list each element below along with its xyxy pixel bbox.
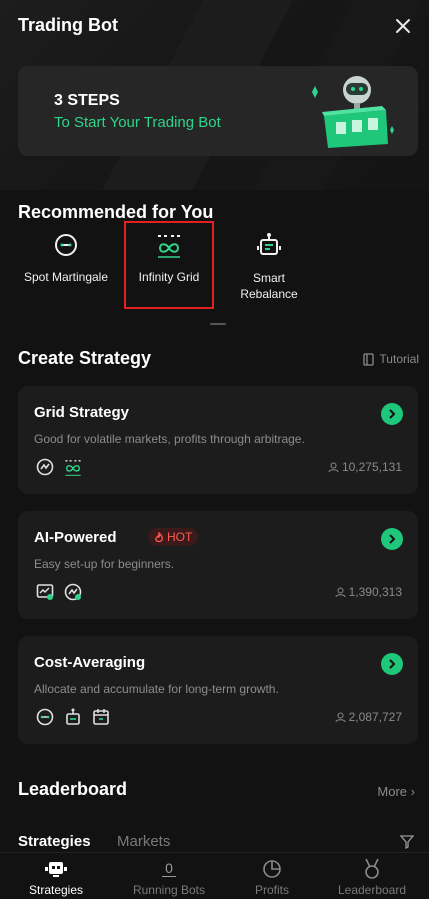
strategies-icon [45,862,67,877]
user-count-value: 1,390,313 [348,585,402,599]
card-cost-averaging[interactable]: Cost-Averaging Allocate and accumulate f… [18,636,418,744]
martingale-icon [55,234,77,256]
go-button[interactable] [381,403,403,425]
user-count: 1,390,313 [335,585,402,599]
nav-label: Strategies [28,883,84,897]
highlight-box [124,221,214,309]
close-icon [396,19,410,33]
close-button[interactable] [389,12,417,40]
chevron-right-icon [389,409,396,419]
nav-strategies[interactable]: Strategies [6,857,106,897]
medal-icon [365,858,379,879]
nav-leaderboard[interactable]: Leaderboard [322,857,422,897]
running-bots-badge: 0 [162,861,176,877]
nav-profits[interactable]: Profits [222,857,322,897]
create-strategy-title: Create Strategy [18,348,152,368]
more-label: More [377,784,408,799]
card-ai-powered[interactable]: AI-Powered HOT Easy set-up for beginners… [18,511,418,619]
reco-spot-martingale[interactable]: Spot Martingale [18,232,114,284]
leaderboard-title: Leaderboard [18,779,128,799]
filter-icon[interactable] [400,835,414,849]
steps-banner[interactable]: 3 STEPS To Start Your Trading Bot [18,66,418,156]
tutorial-label: Tutorial [379,352,419,366]
robot-icon [257,233,281,255]
running-bots-icon: 0 [162,857,176,881]
card-description: Easy set-up for beginners. [34,557,175,571]
card-title: Grid Strategy [34,404,130,421]
calendar-icon [93,709,109,725]
reco-label: Smart Rebalance [240,271,298,301]
user-icon [335,712,346,722]
go-button[interactable] [381,528,403,550]
page-title: Trading Bot [18,15,118,35]
grid-chart-icon [36,458,54,476]
pie-chart-icon [263,860,281,878]
fire-icon [155,531,163,542]
ai-trend-icon [64,583,82,601]
user-count-value: 2,087,727 [348,710,402,724]
robot-illustration-icon [312,76,394,148]
martingale-icon [36,708,54,726]
chevron-right-icon [389,659,396,669]
more-link[interactable]: More › [377,784,415,799]
banner-subtitle: To Start Your Trading Bot [54,114,221,131]
user-count: 10,275,131 [328,460,402,474]
card-title: Cost-Averaging [34,654,146,671]
user-icon [335,587,346,597]
scroll-indicator [210,323,226,325]
card-description: Allocate and accumulate for long-term gr… [34,682,279,696]
tutorial-link[interactable]: Tutorial [362,352,419,366]
infinity-icon [65,460,81,476]
hot-badge: HOT [148,528,199,546]
user-icon [328,462,339,472]
tab-markets[interactable]: Markets [117,833,170,850]
tab-strategies[interactable]: Strategies [18,833,91,850]
banner-title: 3 STEPS [54,92,120,109]
card-description: Good for volatile markets, profits throu… [34,432,305,446]
nav-label: Running Bots [132,883,206,897]
go-button[interactable] [381,653,403,675]
user-count: 2,087,727 [335,710,402,724]
nav-running-bots[interactable]: 0 Running Bots [119,857,219,898]
nav-label: Profits [254,883,289,897]
ai-chart-icon [36,584,54,600]
reco-smart-rebalance[interactable]: Smart Rebalance [228,232,310,302]
nav-label: Leaderboard [337,883,407,897]
hot-badge-label: HOT [167,530,193,544]
card-title: AI-Powered [34,529,117,546]
user-count-value: 10,275,131 [341,460,402,474]
robot-icon [66,708,80,725]
book-icon [363,352,375,366]
bottom-navigation: Strategies 0 Running Bots Profits Leader… [0,852,429,899]
recommended-title: Recommended for You [18,202,214,222]
chevron-right-icon: › [410,784,415,799]
chevron-right-icon [389,534,396,544]
card-grid-strategy[interactable]: Grid Strategy Good for volatile markets,… [18,386,418,494]
reco-label: Spot Martingale [23,270,109,284]
